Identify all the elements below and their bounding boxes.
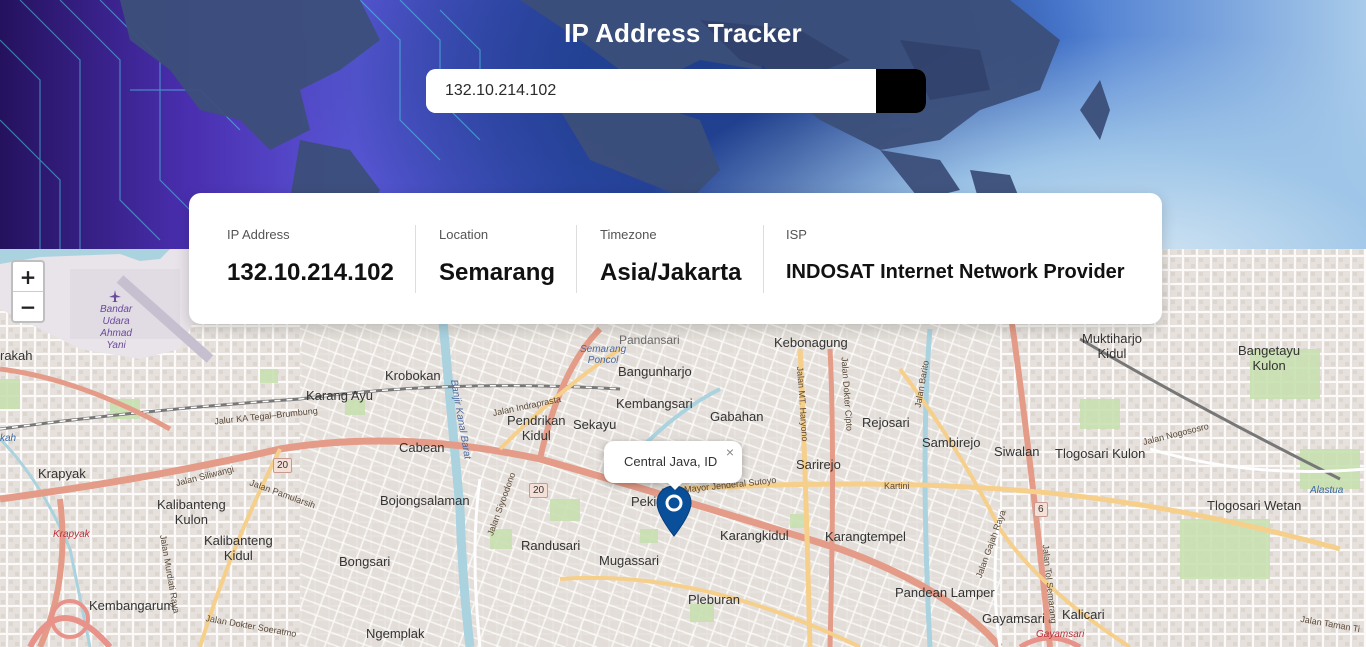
timezone-value: Asia/Jakarta	[600, 259, 742, 286]
map-label-krapyak-red: Krapyak	[53, 529, 90, 540]
map-label-sekayu: Sekayu	[573, 417, 617, 432]
map-label-mugassari: Mugassari	[599, 553, 659, 568]
map-label-karang-ayu: Karang Ayu	[306, 388, 373, 403]
search-submit-button[interactable]	[427, 69, 926, 113]
map-label-gayamsari-red: Gayamsari	[1036, 629, 1085, 640]
map-label-tlogosari-wetan: Tlogosari Wetan	[1207, 498, 1302, 513]
map-label-rejosari: Rejosari	[862, 415, 910, 430]
popup-close-button[interactable]: ×	[726, 444, 734, 460]
map-label-sambirejo: Sambirejo	[922, 435, 981, 450]
map-label-pandean-lamper: Pandean Lamper	[895, 585, 995, 600]
map-label-kalibanteng-kulon: Kalibanteng Kulon	[157, 497, 226, 527]
ip-info-card: IP Address 132.10.214.102 Location Semar…	[189, 193, 1162, 324]
ip-address-value: 132.10.214.102	[227, 259, 394, 286]
map-label-sarirejo: Sarirejo	[796, 457, 841, 472]
map-label-randusari: Randusari	[521, 538, 581, 553]
search-bar	[426, 69, 926, 113]
popup-tip	[666, 481, 684, 490]
ip-search-input[interactable]	[426, 69, 876, 113]
zoom-in-button[interactable]: +	[13, 262, 43, 291]
map-label-semarang-poncol: Semarang Poncol	[580, 344, 627, 366]
map-label-karangtempel: Karangtempel	[825, 529, 906, 544]
map-label-cabean: Cabean	[399, 440, 445, 455]
map-label-pleburan: Pleburan	[688, 592, 741, 607]
map-label-airport: Bandar Udara Ahmad Yani	[100, 304, 133, 351]
map-label-krobokan: Krobokan	[385, 368, 441, 383]
popup-text: Central Java, ID	[624, 454, 718, 469]
map-label-pandansari: Pandansari	[619, 333, 680, 347]
road-shield-20b: 20	[529, 483, 549, 498]
map-label-siwalan: Siwalan	[994, 444, 1040, 459]
map-label-rakah: rakah	[0, 348, 33, 363]
zoom-out-button[interactable]: −	[13, 291, 43, 321]
location-popup: Central Java, ID ×	[604, 441, 742, 490]
map-label-kembangsari: Kembangsari	[616, 396, 693, 411]
chevron-right-icon	[427, 69, 438, 83]
ip-address-label: IP Address	[227, 227, 290, 242]
divider	[415, 225, 416, 293]
road-shield-6: 6	[1034, 502, 1048, 517]
map-label-muktiharjo: Muktiharjo Kidul	[1082, 331, 1142, 361]
map-label-gabahan: Gabahan	[710, 409, 764, 424]
map-label-bangunharjo: Bangunharjo	[618, 364, 692, 379]
location-marker-icon[interactable]	[655, 484, 693, 538]
map-label-karangkidul: Karangkidul	[720, 528, 789, 543]
map-label-krapyak: Krapyak	[38, 466, 86, 481]
zoom-controls: + −	[11, 260, 45, 323]
map-label-gayamsari: Gayamsari	[982, 611, 1045, 626]
map-label-kah: kah	[0, 433, 17, 444]
map-label-bongsari: Bongsari	[339, 554, 391, 569]
page-title: IP Address Tracker	[564, 18, 802, 48]
map-label-kalibanteng-kidul: Kalibanteng Kidul	[204, 533, 273, 563]
map-label-bojongsalaman: Bojongsalaman	[380, 493, 470, 508]
road-shield-20a: 20	[273, 458, 293, 473]
location-value: Semarang	[439, 259, 556, 286]
map-label-kebonagung: Kebonagung	[774, 335, 848, 350]
map-label-pekunden: Peki	[631, 494, 657, 509]
isp-label: ISP	[786, 227, 807, 242]
map-label-ngemplak: Ngemplak	[366, 626, 425, 641]
map-label-bangetayu: Bangetayu Kulon	[1238, 343, 1301, 373]
map-label-tlogosari-kulon: Tlogosari Kulon	[1055, 446, 1146, 461]
map-label-alastua: Alastua	[1310, 485, 1344, 496]
airport-icon	[109, 290, 121, 302]
timezone-label: Timezone	[600, 227, 657, 242]
divider	[763, 225, 764, 293]
divider	[576, 225, 577, 293]
map-label-kalicari: Kalicari	[1062, 607, 1105, 622]
location-label: Location	[439, 227, 489, 242]
map-label-jalan-kartini: Kartini	[884, 481, 910, 491]
map-label-kembangarum: Kembangarum	[89, 598, 175, 613]
isp-value: INDOSAT Internet Network Provider	[786, 261, 1125, 283]
map-label-pendrikan: Pendrikan Kidul	[507, 413, 566, 443]
